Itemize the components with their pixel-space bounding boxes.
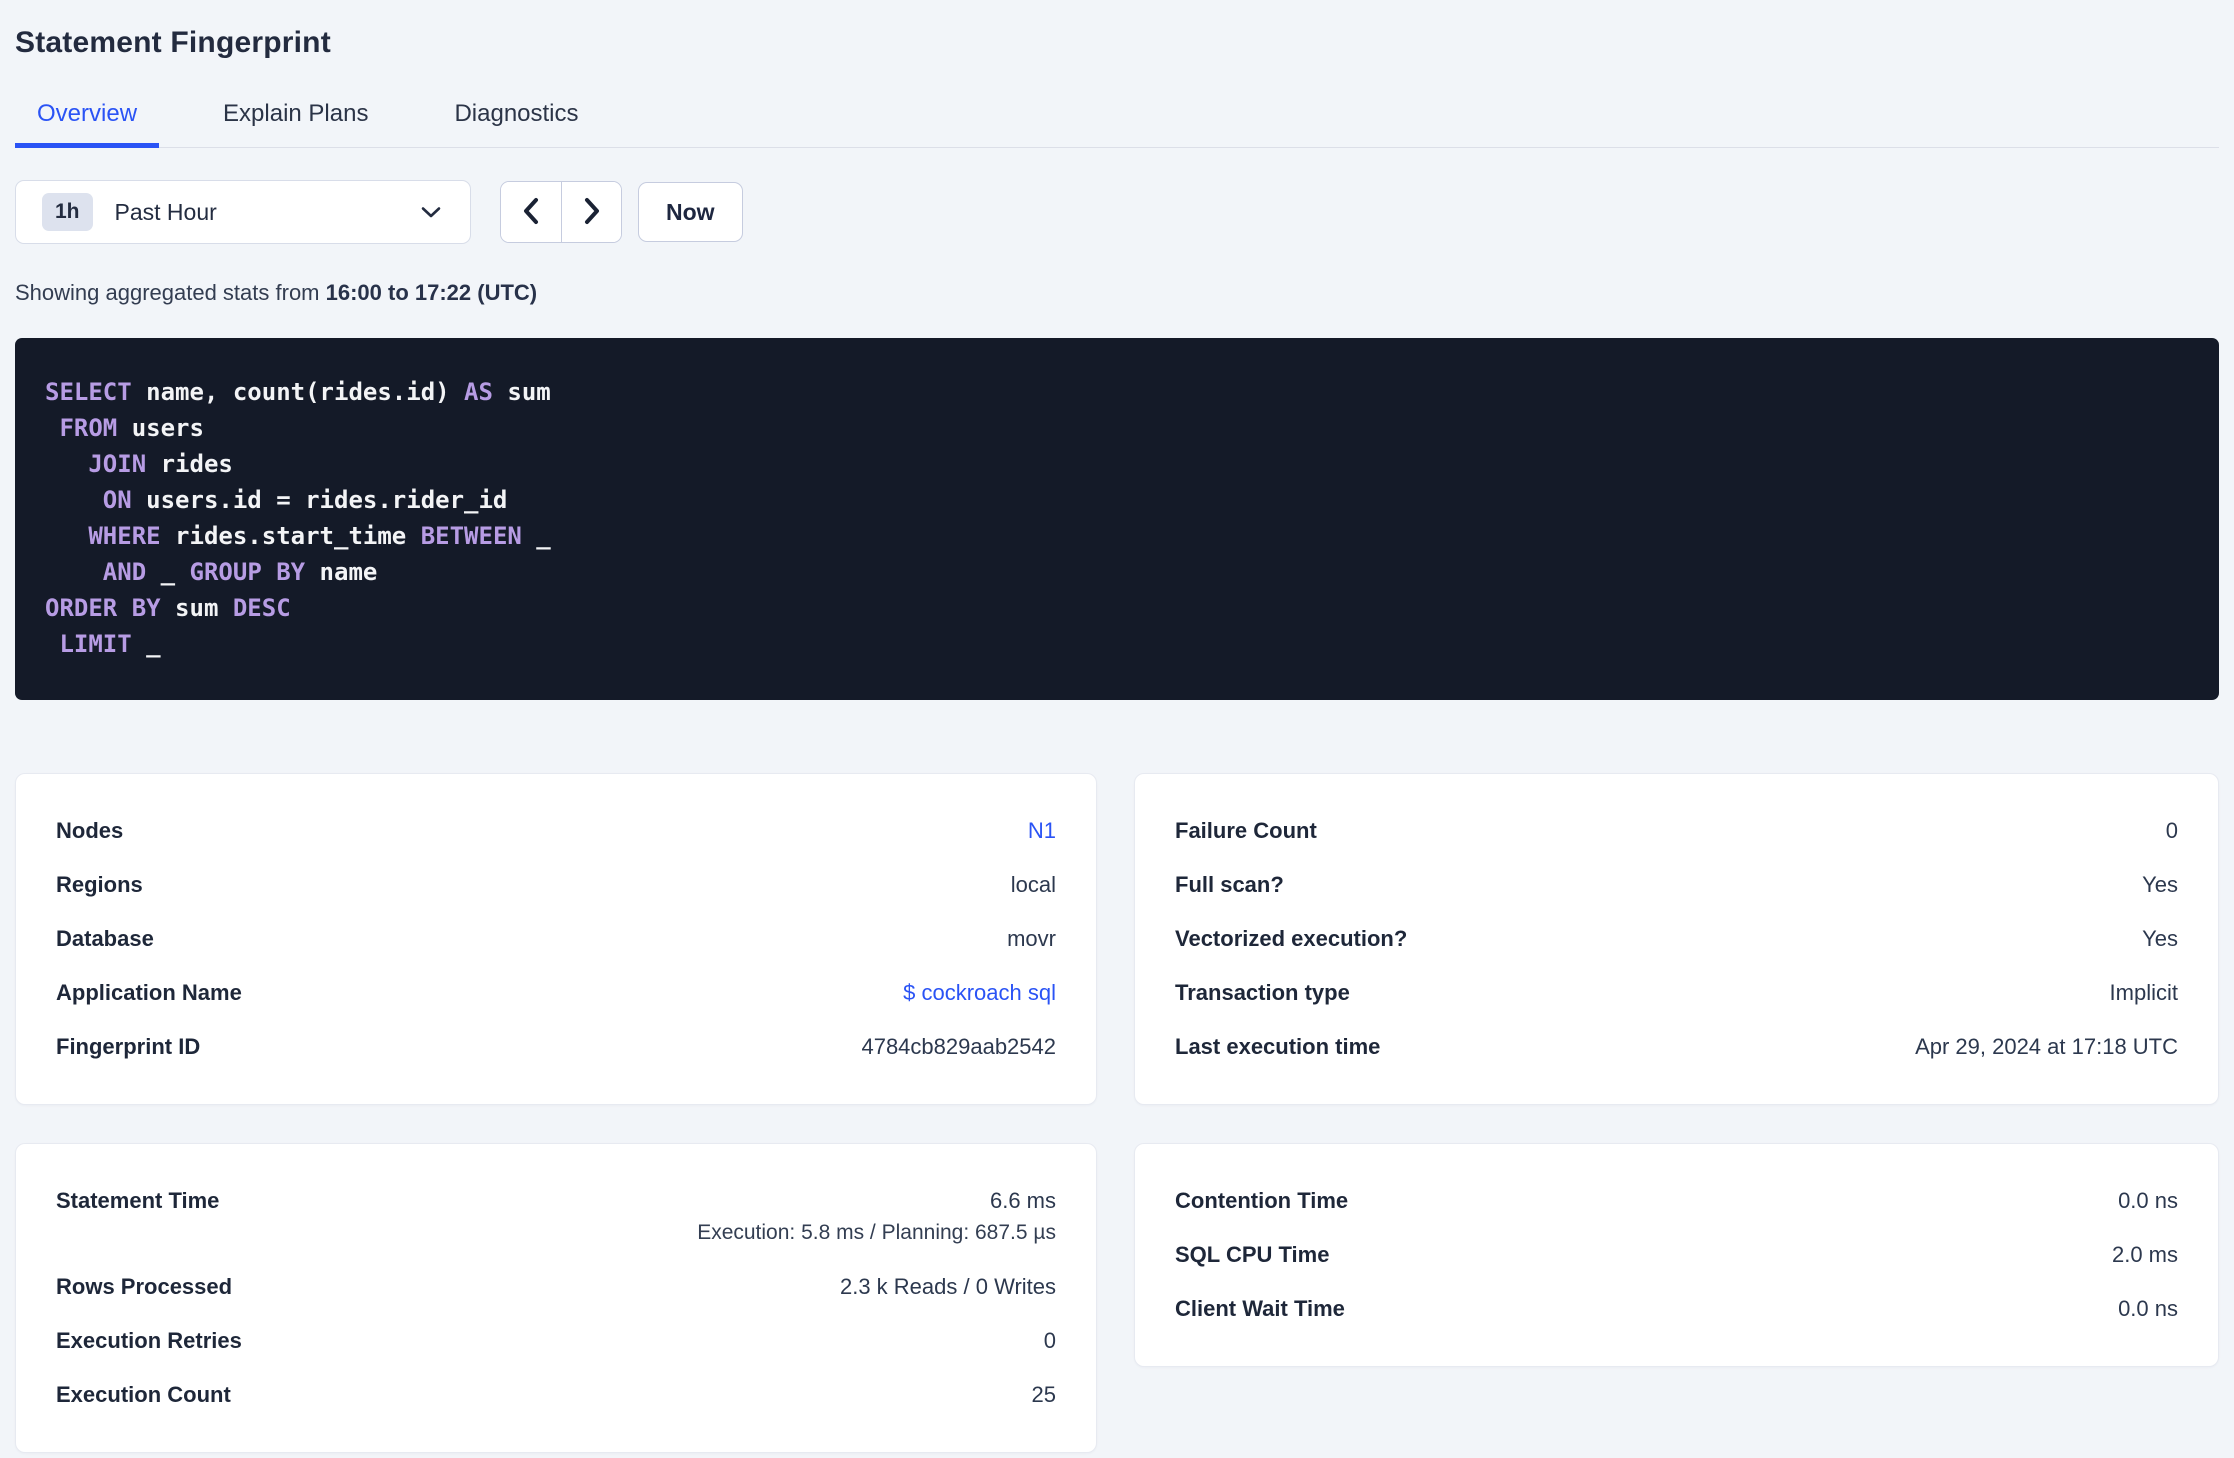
statement-details-card: Nodes N1 Regions local Database movr Applicati… [15,773,1097,1105]
row-value: 4784cb829aab2542 [861,1034,1056,1059]
row-label: Execution Count [56,1382,231,1407]
row-value: Yes [2142,872,2178,897]
row-label: Regions [56,872,143,897]
card-row: Statement Time 6.6 ms Execution: 5.8 ms / … [56,1174,1056,1260]
sql-line: LIMIT _ [59,630,161,658]
card-row: Regions local [56,858,1056,912]
row-label: Execution Retries [56,1328,242,1353]
time-interval-picker[interactable]: 1h Past Hour [15,180,471,244]
card-row: Client Wait Time 0.0 ns [1175,1282,2178,1336]
statement-fingerprint-page: Statement Fingerprint Overview Explain P… [0,0,2234,1458]
card-row: Nodes N1 [56,804,1056,858]
row-value: local [1010,872,1056,897]
row-label: Full scan? [1175,872,1284,897]
card-row: Contention Time 0.0 ns [1175,1174,2178,1228]
row-value-link[interactable]: $ cockroach sql [903,980,1056,1006]
sql-line: SELECT name, count(rides.id) AS sum [45,378,551,406]
row-value: 0 [1043,1328,1056,1353]
row-value: 0.0 ns [2118,1296,2178,1321]
page-title: Statement Fingerprint [15,26,331,59]
row-label: Database [56,926,154,951]
note-prefix: Showing aggregated stats from [15,280,326,305]
card-row: Failure Count 0 [1175,804,2178,858]
card-row: Last execution time Apr 29, 2024 at 17:18… [1175,1020,2178,1074]
sql-line: ON users.id = rides.rider_id [102,486,508,514]
row-value: Implicit [2109,980,2178,1005]
row-label: Statement Time [56,1188,220,1213]
row-label: Fingerprint ID [56,1034,201,1059]
row-label: Rows Processed [56,1274,233,1299]
card-row: Rows Processed 2.3 k Reads / 0 Writes [56,1260,1056,1314]
card-row: Transaction type Implicit [1175,966,2178,1020]
row-value: 2.0 ms [2111,1242,2178,1267]
sql-line: FROM users [59,414,204,442]
card-row: Full scan? Yes [1175,858,2178,912]
card-row: Vectorized execution? Yes [1175,912,2178,966]
card-row: Database movr [56,912,1056,966]
sql-line: WHERE rides.start_time BETWEEN _ [88,522,551,550]
aggregated-stats-note: Showing aggregated stats from 16:00 to 1… [15,280,2219,306]
card-row: Application Name $ cockroach sql [56,966,1056,1020]
interval-badge: 1h [42,193,93,231]
row-label: Last execution time [1175,1034,1381,1059]
row-value: 0.0 ns [2118,1188,2178,1213]
stats-cards-row: Statement Time 6.6 ms Execution: 5.8 ms / … [15,1143,2219,1453]
details-cards-row: Nodes N1 Regions local Database movr Applicati… [15,773,2219,1105]
row-label: Vectorized execution? [1175,926,1408,951]
row-label: Transaction type [1175,980,1350,1005]
chevron-down-icon [420,205,442,219]
tab-explain-plans[interactable]: Explain Plans [201,100,390,148]
time-stats-card: Contention Time 0.0 ns SQL CPU Time 2.0 ms C… [1134,1143,2219,1367]
card-row: Fingerprint ID 4784cb829aab2542 [56,1020,1056,1074]
statement-stats-card: Statement Time 6.6 ms Execution: 5.8 ms / … [15,1143,1097,1453]
chevron-left-icon [522,197,540,228]
note-time-range: 16:00 to 17:22 (UTC) [325,280,538,305]
card-row: Execution Count 25 [56,1368,1056,1422]
row-label: Contention Time [1175,1188,1349,1213]
row-label: Client Wait Time [1175,1296,1345,1321]
sql-line: JOIN rides [88,450,233,478]
tab-diagnostics[interactable]: Diagnostics [432,100,600,148]
row-label: Failure Count [1175,818,1317,843]
sql-statement-box: SELECT name, count(rides.id) AS sum FROM… [15,338,2219,700]
row-value: Apr 29, 2024 at 17:18 UTC [1915,1034,2178,1059]
card-row: Execution Retries 0 [56,1314,1056,1368]
time-toolbar: 1h Past Hour Now [15,180,2219,244]
row-value: Yes [2142,926,2178,951]
row-label: Application Name [56,980,242,1005]
row-label: Nodes [56,818,124,843]
next-interval-button[interactable] [561,182,621,242]
row-value: 0 [2165,818,2178,843]
chevron-right-icon [583,197,601,228]
sql-line: AND _ GROUP BY name [102,558,378,586]
prev-interval-button[interactable] [501,182,561,242]
execution-attributes-card: Failure Count 0 Full scan? Yes Vectorized ex… [1134,773,2219,1105]
sql-line: ORDER BY sum DESC [45,594,291,622]
row-value: 25 [1031,1382,1056,1407]
tab-bar: Overview Explain Plans Diagnostics [15,100,2219,148]
row-subvalue: Execution: 5.8 ms / Planning: 687.5 µs [697,1221,1056,1244]
row-value: 6.6 ms [989,1188,1056,1213]
row-value: movr [1007,926,1056,951]
now-button[interactable]: Now [638,182,743,242]
interval-label: Past Hour [114,198,217,225]
tab-overview[interactable]: Overview [15,100,160,148]
row-value-link[interactable]: N1 [1028,818,1056,844]
card-row: SQL CPU Time 2.0 ms [1175,1228,2178,1282]
time-nav-group [500,181,622,243]
row-value: 2.3 k Reads / 0 Writes [839,1274,1056,1299]
row-label: SQL CPU Time [1175,1242,1330,1267]
